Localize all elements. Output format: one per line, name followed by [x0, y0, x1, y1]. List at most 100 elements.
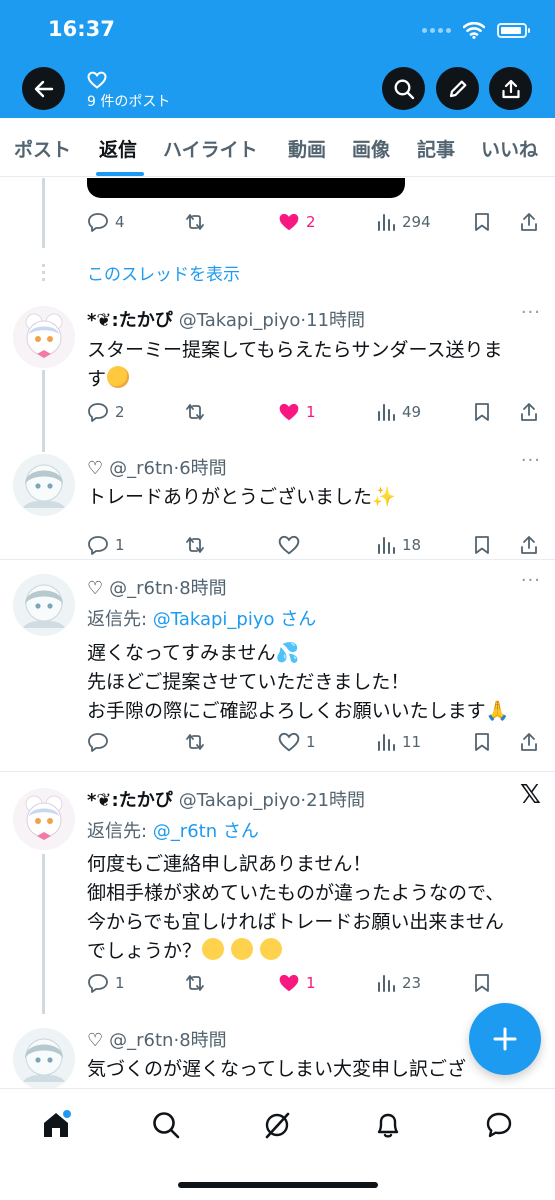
bookmark-button[interactable]: [472, 730, 492, 754]
timestamp[interactable]: ·21時間: [300, 786, 365, 812]
heart-outline-icon: [87, 71, 107, 89]
back-button[interactable]: [22, 67, 65, 110]
views-button[interactable]: 49: [376, 400, 421, 424]
avatar[interactable]: [13, 454, 75, 516]
repost-button[interactable]: [183, 533, 207, 557]
avatar-image: [13, 788, 75, 850]
reply-button[interactable]: 2: [87, 400, 125, 424]
like-button[interactable]: 1: [278, 400, 316, 424]
reply-to-handle[interactable]: @_r6tn さん: [153, 821, 259, 842]
share-post-button[interactable]: [519, 730, 539, 754]
repost-button[interactable]: [183, 400, 207, 424]
display-name[interactable]: ♡: [87, 1030, 103, 1051]
bookmark-button[interactable]: [472, 210, 492, 234]
search-icon: [394, 79, 414, 99]
reply-button[interactable]: 1: [87, 533, 125, 557]
folded-hands-emoji-icon: 🙏: [485, 700, 510, 722]
timestamp[interactable]: ·8時間: [173, 1026, 226, 1052]
display-name[interactable]: ♡: [87, 578, 103, 599]
like-button[interactable]: 1: [278, 971, 316, 995]
handle[interactable]: @Takapi_piyo: [179, 790, 301, 811]
views-button[interactable]: 23: [376, 971, 421, 995]
like-button[interactable]: 1: [278, 730, 316, 754]
avatar[interactable]: [13, 306, 75, 368]
tab-images[interactable]: 画像: [352, 135, 390, 162]
like-button[interactable]: [278, 533, 306, 557]
post-meta: *❦:たかぴ @Takapi_piyo ·11時間: [87, 306, 365, 332]
bookmark-icon: [475, 733, 489, 751]
timestamp[interactable]: ·8時間: [173, 574, 226, 600]
repost-icon: [186, 734, 204, 750]
post-actions: 1 1 23: [87, 971, 542, 995]
share-post-button[interactable]: [519, 533, 539, 557]
grok-icon: [265, 1112, 290, 1139]
bookmark-button[interactable]: [472, 533, 492, 557]
timestamp[interactable]: ·11時間: [300, 306, 365, 332]
nav-home[interactable]: [38, 1107, 74, 1143]
media-preview[interactable]: [87, 178, 405, 198]
nav-notifications[interactable]: [370, 1107, 406, 1143]
nav-search[interactable]: [148, 1107, 184, 1143]
tab-replies[interactable]: 返信: [99, 135, 137, 162]
views-button[interactable]: 11: [376, 730, 421, 754]
search-icon: [153, 1112, 180, 1139]
handle[interactable]: @_r6tn: [109, 1030, 173, 1051]
repost-button[interactable]: [183, 971, 207, 995]
avatar[interactable]: [13, 788, 75, 850]
nav-grok[interactable]: [259, 1107, 295, 1143]
post-text: スターミー提案してもらえたらサンダース送りま す: [87, 339, 503, 390]
tab-likes[interactable]: いいね: [481, 135, 538, 162]
handle[interactable]: @_r6tn: [109, 578, 173, 599]
bookmark-icon: [475, 974, 489, 992]
divider: [0, 559, 555, 560]
share-post-button[interactable]: [519, 400, 539, 424]
bookmark-button[interactable]: [472, 400, 492, 424]
tab-highlights[interactable]: ハイライト: [163, 135, 258, 162]
search-button[interactable]: [382, 67, 425, 110]
heart-outline-icon: [278, 535, 300, 555]
avatar[interactable]: [13, 1028, 75, 1088]
show-thread-link[interactable]: このスレッドを表示: [87, 260, 240, 285]
post-meta: ♡ @_r6tn ·6時間: [87, 454, 227, 480]
tab-videos[interactable]: 動画: [288, 135, 326, 162]
bookmark-button[interactable]: [472, 971, 492, 995]
repost-button[interactable]: [183, 730, 207, 754]
views-icon: [378, 214, 395, 231]
avatar[interactable]: [13, 574, 75, 636]
share-button[interactable]: [489, 67, 532, 110]
tab-articles[interactable]: 記事: [417, 135, 455, 162]
reply-to-handle[interactable]: @Takapi_piyo さん: [153, 609, 316, 630]
more-options-icon[interactable]: ···: [521, 450, 541, 471]
like-button[interactable]: 2: [278, 210, 316, 234]
repost-icon: [186, 214, 204, 230]
repost-icon: [186, 537, 204, 553]
thread-gap-dots: [42, 264, 45, 281]
more-options-icon[interactable]: ···: [521, 302, 541, 323]
reply-icon: [88, 536, 108, 555]
timestamp[interactable]: ·6時間: [173, 454, 226, 480]
edit-button[interactable]: [436, 67, 479, 110]
repost-button[interactable]: [183, 210, 207, 234]
display-name[interactable]: *❦:たかぴ: [87, 306, 173, 332]
crying-face-emoji-icon: [260, 938, 283, 960]
more-options-icon[interactable]: ···: [521, 570, 541, 591]
views-button[interactable]: 18: [376, 533, 421, 557]
tab-posts[interactable]: ポスト: [14, 135, 71, 162]
reply-to-line: 返信先: @Takapi_piyo さん: [87, 609, 317, 630]
profile-tabs: ポスト 返信 ハイライト 動画 画像 記事 いいね: [0, 118, 555, 177]
nav-messages[interactable]: [481, 1107, 517, 1143]
home-icon: [44, 1110, 71, 1137]
display-name[interactable]: ♡: [87, 458, 103, 479]
reply-button[interactable]: 4: [87, 210, 125, 234]
handle[interactable]: @_r6tn: [109, 458, 173, 479]
reply-button[interactable]: [87, 730, 115, 754]
bookmark-icon: [475, 536, 489, 554]
compose-button[interactable]: [469, 1003, 541, 1075]
handle[interactable]: @Takapi_piyo: [179, 310, 301, 331]
reply-button[interactable]: 1: [87, 971, 125, 995]
display-name[interactable]: *❦:たかぴ: [87, 786, 173, 812]
active-tab-indicator: [96, 172, 144, 176]
share-post-button[interactable]: [519, 210, 539, 234]
status-time: 16:37: [48, 17, 115, 41]
views-button[interactable]: 294: [376, 210, 431, 234]
